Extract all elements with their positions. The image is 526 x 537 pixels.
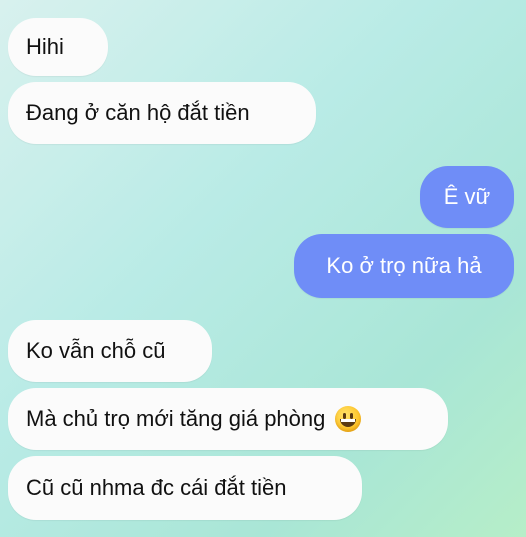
message-text: Mà chủ trọ mới tăng giá phòng	[26, 406, 326, 431]
message-text: Đang ở căn hộ đắt tiền	[26, 100, 250, 125]
message-text: Ê vữ	[443, 184, 491, 209]
message-bubble-incoming[interactable]: Mà chủ trọ mới tăng giá phòng	[8, 388, 448, 450]
message-bubble-incoming[interactable]: Cũ cũ nhma đc cái đắt tiền	[8, 456, 362, 520]
message-bubble-outgoing[interactable]: Ê vữ	[420, 166, 514, 228]
message-bubble-incoming[interactable]: Ko vẫn chỗ cũ	[8, 320, 212, 382]
message-bubble-incoming[interactable]: Hihi	[8, 18, 108, 76]
grinning-face-icon	[335, 406, 362, 432]
message-text: Ko ở trọ nữa hả	[326, 253, 482, 278]
message-bubble-incoming[interactable]: Đang ở căn hộ đắt tiền	[8, 82, 316, 144]
message-text: Hihi	[26, 34, 64, 59]
message-text: Ko vẫn chỗ cũ	[26, 338, 166, 363]
message-bubble-outgoing[interactable]: Ko ở trọ nữa hả	[294, 234, 514, 298]
message-text: Cũ cũ nhma đc cái đắt tiền	[26, 475, 287, 500]
